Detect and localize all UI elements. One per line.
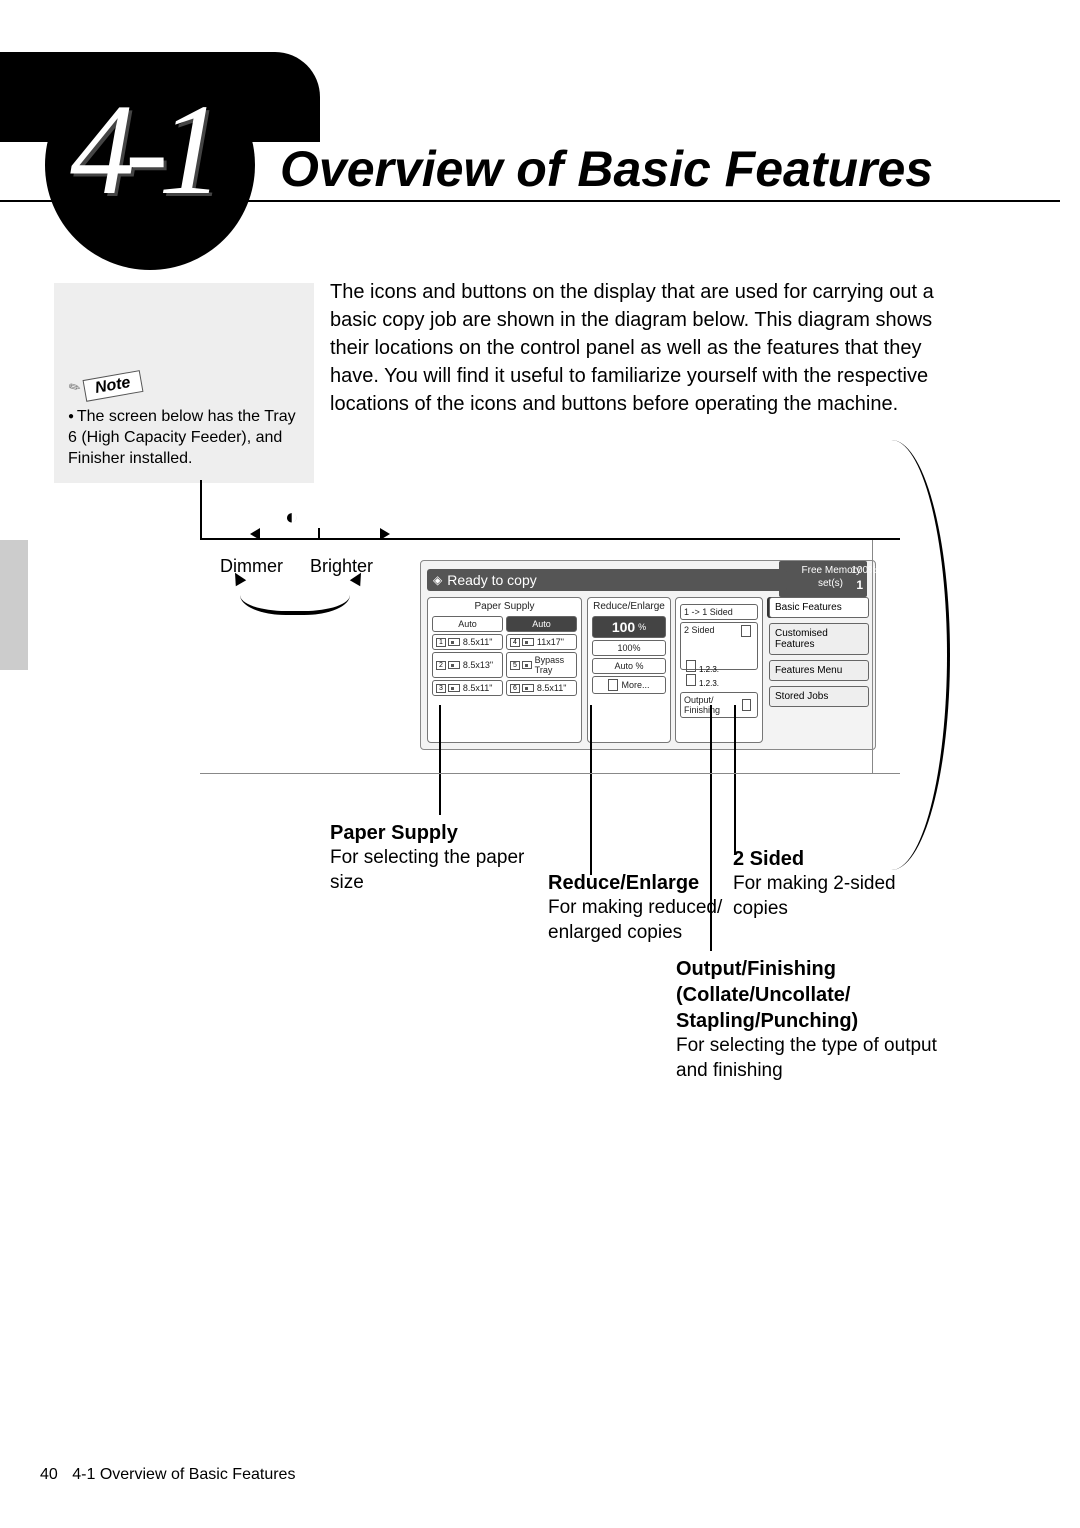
zoom-auto-button[interactable]: Auto %: [592, 658, 666, 674]
sided-anno-2: 1.2.3.: [686, 674, 719, 688]
tray-num-6: 6: [510, 684, 520, 693]
tray-6-size: 8.5x11": [537, 683, 567, 693]
tray-num-1: 1: [436, 638, 446, 647]
tab-basic-features[interactable]: Basic Features: [769, 597, 869, 618]
page-number: 40: [40, 1466, 58, 1483]
callout-heading: 2 Sided: [733, 846, 953, 872]
paper-auto-selected[interactable]: Auto: [506, 616, 577, 632]
tray-3-size: 8.5x11": [463, 683, 493, 693]
tray-3-button[interactable]: 3 8.5x11": [432, 680, 503, 696]
paper-supply-panel: Paper Supply Auto Auto 18.5x11" 411x17" …: [427, 597, 582, 743]
tray-icon: [448, 661, 460, 669]
zoom-more-button[interactable]: More...: [592, 676, 666, 694]
section-number: 4-1: [70, 75, 213, 225]
output-finishing-button[interactable]: Output/ Finishing: [680, 692, 758, 718]
status-bar: Ready to copy: [427, 569, 787, 591]
callout-body: For selecting the paper size: [330, 847, 524, 893]
tray-4-button[interactable]: 4 11x17": [506, 634, 577, 650]
slider-arc-icon: [240, 575, 350, 615]
callout-body: For selecting the type of output and fin…: [676, 1035, 937, 1081]
tray-5-size: Bypass Tray: [535, 655, 573, 675]
note-label: Note: [83, 370, 144, 402]
panel-outline: [200, 480, 900, 540]
sets-label: set(s): [818, 578, 843, 589]
callout-heading: Stapling/Punching): [676, 1008, 956, 1034]
one-sided-label: 1 -> 1 Sided: [684, 607, 733, 617]
two-sided-label: 2 Sided: [684, 625, 715, 635]
page-title: Overview of Basic Features: [280, 140, 933, 198]
note-box: ✎ Note The screen below has the Tray 6 (…: [54, 283, 314, 483]
pct-label: %: [638, 622, 646, 632]
callout-heading: Output/Finishing: [676, 956, 956, 982]
panel-right-line: [872, 540, 873, 773]
callout-heading: (Collate/Uncollate/: [676, 982, 956, 1008]
sets-value: 1: [856, 578, 863, 592]
page-icon: [686, 660, 696, 672]
tray-2-button[interactable]: 2 8.5x13": [432, 652, 503, 678]
callout-heading: Paper Supply: [330, 820, 530, 846]
reduce-enlarge-panel: Reduce/Enlarge 100% 100% Auto % More...: [587, 597, 671, 743]
tray-5-button[interactable]: 5 Bypass Tray: [506, 652, 577, 678]
sided-panel: 1 -> 1 Sided 2 Sided 1.2.3. 1.2.3. Outpu…: [675, 597, 763, 743]
zoom-number: 100: [612, 619, 635, 635]
feature-tabs: Basic Features Customised Features Featu…: [769, 597, 869, 743]
dimmer-label: Dimmer: [220, 556, 283, 577]
callout-line-2sided: [734, 705, 736, 855]
tray-icon: [448, 638, 460, 646]
callout-body: For making reduced/ enlarged copies: [548, 897, 722, 943]
page-icon: [741, 625, 751, 637]
tray-icon: [522, 661, 532, 669]
callout-body: For making 2-sided copies: [733, 873, 896, 919]
tray-1-button[interactable]: 1 8.5x11": [432, 634, 503, 650]
contrast-icon: ◐: [285, 504, 298, 530]
free-memory-value: 100%: [851, 565, 877, 576]
tray-6-button[interactable]: 6 8.5x11": [506, 680, 577, 696]
tray-4-size: 11x17": [537, 637, 564, 647]
tray-1-size: 8.5x11": [463, 637, 493, 647]
control-panel-diagram: ◐ Dimmer Brighter Ready to copy Free Mem…: [200, 480, 920, 850]
tray-num-4: 4: [510, 638, 520, 647]
intro-paragraph: The icons and buttons on the display tha…: [330, 278, 950, 418]
tab-stored-jobs[interactable]: Stored Jobs: [769, 686, 869, 707]
paper-auto-option[interactable]: Auto: [432, 616, 503, 632]
pencil-icon: ✎: [66, 377, 85, 398]
one-to-one-sided-button[interactable]: 1 -> 1 Sided: [680, 604, 758, 620]
status-text: Ready to copy: [447, 572, 537, 588]
note-text: The screen below has the Tray 6 (High Ca…: [68, 407, 308, 469]
tray-2-size: 8.5x13": [463, 660, 493, 670]
slider-tick-icon: [318, 528, 320, 540]
reduce-enlarge-title: Reduce/Enlarge: [588, 598, 670, 614]
zoom-100-button[interactable]: 100%: [592, 640, 666, 656]
tab-customised-features[interactable]: Customised Features: [769, 623, 869, 655]
callout-paper-supply: Paper Supply For selecting the paper siz…: [330, 820, 530, 895]
slider-left-arrow-icon: [250, 528, 260, 540]
tray-num-2: 2: [436, 661, 446, 670]
callout-line-paper-supply: [439, 705, 441, 815]
tray-num-5: 5: [510, 661, 520, 670]
page-icon: [686, 674, 696, 686]
paper-supply-title: Paper Supply: [428, 598, 581, 614]
page-icon: [608, 679, 618, 691]
footer-crumb: 4-1 Overview of Basic Features: [72, 1466, 295, 1483]
callout-2sided: 2 Sided For making 2-sided copies: [733, 846, 953, 921]
more-label: More...: [621, 680, 649, 690]
copier-screen: Ready to copy Free Memory 100% set(s) 1 …: [420, 560, 876, 750]
sided-anno-1: 1.2.3.: [686, 660, 719, 674]
panel-curve-icon: [890, 440, 950, 870]
tray-icon: [522, 684, 534, 692]
page-edge-tab: [0, 540, 28, 670]
zoom-value[interactable]: 100%: [592, 616, 666, 638]
tray-icon: [522, 638, 534, 646]
tab-features-menu[interactable]: Features Menu: [769, 660, 869, 681]
slider-right-arrow-icon: [380, 528, 390, 540]
tray-num-3: 3: [436, 684, 446, 693]
page-footer: 40 4-1 Overview of Basic Features: [40, 1466, 295, 1484]
panel-bottom-line: [200, 773, 900, 774]
page-icon: [742, 699, 751, 711]
tray-icon: [448, 684, 460, 692]
manual-page: 4-1 Overview of Basic Features The icons…: [0, 0, 1080, 1528]
title-underline: [0, 200, 1060, 202]
callout-line-reduce-enlarge: [590, 705, 592, 875]
callout-output-finishing: Output/Finishing (Collate/Uncollate/ Sta…: [676, 956, 956, 1083]
